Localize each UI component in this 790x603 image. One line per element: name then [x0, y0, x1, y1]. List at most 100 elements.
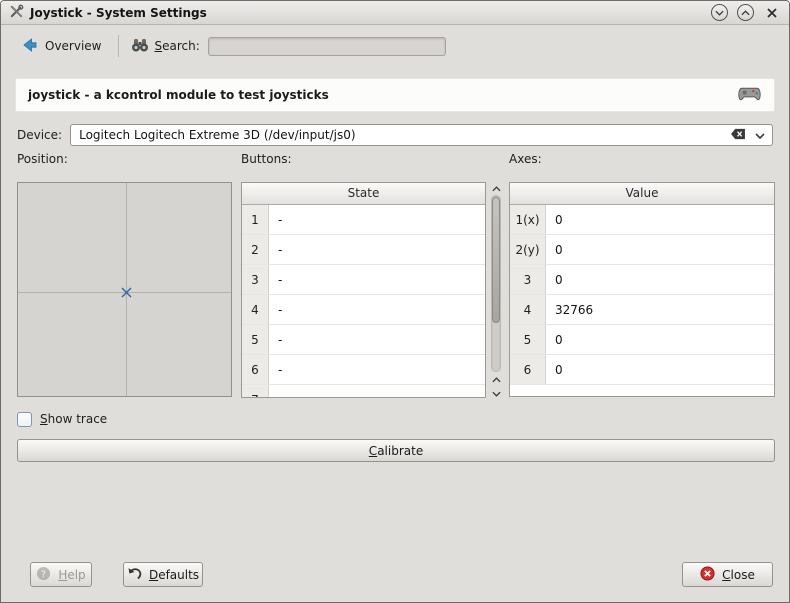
- axis-value: 32766: [546, 295, 774, 324]
- axes-label: Axes:: [509, 152, 542, 166]
- close-window-button[interactable]: [763, 4, 781, 22]
- buttons-table-row[interactable]: 2 -: [242, 235, 485, 265]
- show-trace-label: Show trace: [40, 412, 107, 426]
- calibrate-label: Calibrate: [369, 444, 423, 458]
- help-button[interactable]: ? Help: [30, 562, 92, 587]
- scroll-up-button[interactable]: [492, 182, 501, 195]
- axes-table-row[interactable]: 4 32766: [510, 295, 774, 325]
- chevron-down-icon: [492, 391, 501, 397]
- button-number: 7: [242, 385, 269, 398]
- button-number: 5: [242, 325, 269, 354]
- show-trace-row: Show trace: [17, 410, 107, 428]
- axes-table-row[interactable]: 3 0: [510, 265, 774, 295]
- help-label: Help: [58, 568, 85, 582]
- scroll-up-button[interactable]: [492, 372, 501, 386]
- axes-table-row[interactable]: 1(x) 0: [510, 205, 774, 235]
- device-row: Device: Logitech Logitech Extreme 3D (/d…: [17, 123, 773, 147]
- position-marker-icon: [121, 287, 132, 301]
- close-button[interactable]: Close: [682, 562, 773, 587]
- device-value: Logitech Logitech Extreme 3D (/dev/input…: [79, 128, 721, 142]
- buttons-table-row[interactable]: 3 -: [242, 265, 485, 295]
- scrollbar-track[interactable]: [491, 195, 501, 372]
- axis-number: 1(x): [510, 205, 546, 234]
- svg-text:?: ?: [41, 569, 46, 580]
- buttons-table-row[interactable]: 5 -: [242, 325, 485, 355]
- axes-table-row[interactable]: 6 0: [510, 355, 774, 385]
- axes-table-row[interactable]: 5 0: [510, 325, 774, 355]
- buttons-table-row[interactable]: 6 -: [242, 355, 485, 385]
- window: Joystick - System Settings Overview: [0, 0, 790, 603]
- axis-value: 0: [546, 325, 774, 354]
- axis-number: 6: [510, 355, 546, 384]
- position-display: [17, 182, 232, 397]
- chevron-down-icon: [715, 10, 724, 16]
- buttons-label: Buttons:: [241, 152, 292, 166]
- button-state: -: [269, 205, 485, 234]
- buttons-table-row[interactable]: 4 -: [242, 295, 485, 325]
- button-state: -: [269, 295, 485, 324]
- axis-value: 0: [546, 265, 774, 294]
- window-buttons: [711, 4, 781, 22]
- chevron-up-icon: [492, 377, 501, 383]
- axes-table-header: Value: [510, 183, 774, 205]
- axis-number: 5: [510, 325, 546, 354]
- minimize-button[interactable]: [711, 4, 728, 21]
- overview-label: Overview: [45, 39, 102, 53]
- undo-icon: [127, 566, 142, 584]
- close-icon: [766, 7, 778, 19]
- buttons-scrollbar[interactable]: [489, 182, 503, 398]
- buttons-table: State 1 - 2 - 3 - 4 - 5 - 6 - 7 -: [241, 182, 486, 398]
- device-combobox[interactable]: Logitech Logitech Extreme 3D (/dev/input…: [70, 124, 773, 146]
- axes-table-row[interactable]: 2(y) 0: [510, 235, 774, 265]
- button-number: 6: [242, 355, 269, 384]
- module-header: joystick - a kcontrol module to test joy…: [15, 78, 775, 112]
- module-title: joystick - a kcontrol module to test joy…: [28, 88, 329, 102]
- calibrate-button[interactable]: Calibrate: [17, 439, 775, 462]
- buttons-table-header: State: [242, 183, 485, 205]
- button-number: 4: [242, 295, 269, 324]
- button-state: -: [269, 325, 485, 354]
- toolbar-separator: [118, 35, 119, 57]
- defaults-label: Defaults: [149, 568, 199, 582]
- button-state: -: [269, 265, 485, 294]
- scroll-down-button[interactable]: [492, 386, 501, 400]
- clear-icon[interactable]: [730, 128, 746, 143]
- button-number: 3: [242, 265, 269, 294]
- scrollbar-thumb[interactable]: [492, 197, 500, 323]
- show-trace-checkbox[interactable]: [17, 412, 32, 427]
- help-icon: ?: [36, 566, 51, 584]
- button-number: 1: [242, 205, 269, 234]
- scrollbar-step-buttons: [492, 372, 501, 398]
- buttons-table-row[interactable]: 1 -: [242, 205, 485, 235]
- button-number: 2: [242, 235, 269, 264]
- titlebar[interactable]: Joystick - System Settings: [1, 1, 789, 25]
- joystick-icon: [737, 85, 762, 106]
- button-state: -: [269, 235, 485, 264]
- button-state: -: [269, 355, 485, 384]
- defaults-button[interactable]: Defaults: [123, 562, 203, 587]
- axis-value: 0: [546, 355, 774, 384]
- maximize-button[interactable]: [737, 4, 754, 21]
- axis-value: 0: [546, 205, 774, 234]
- window-title: Joystick - System Settings: [30, 6, 207, 20]
- button-state: -: [269, 385, 485, 398]
- close-icon: [700, 566, 715, 584]
- toolbar: Overview Search:: [1, 25, 789, 67]
- search-icon: [131, 38, 149, 55]
- search-label: Search:: [155, 39, 200, 53]
- axis-value: 0: [546, 235, 774, 264]
- chevron-up-icon: [492, 186, 501, 192]
- axis-number: 4: [510, 295, 546, 324]
- axis-number: 3: [510, 265, 546, 294]
- chevron-up-icon: [741, 10, 750, 16]
- search-input[interactable]: [208, 37, 446, 56]
- chevron-down-icon: [755, 128, 765, 142]
- axis-number: 2(y): [510, 235, 546, 264]
- back-arrow-icon: [21, 36, 39, 57]
- device-label: Device:: [17, 128, 62, 142]
- window-icon: [9, 4, 24, 22]
- buttons-table-row[interactable]: 7 -: [242, 385, 485, 398]
- overview-button[interactable]: Overview: [15, 32, 108, 61]
- close-label: Close: [722, 568, 755, 582]
- position-label: Position:: [17, 152, 68, 166]
